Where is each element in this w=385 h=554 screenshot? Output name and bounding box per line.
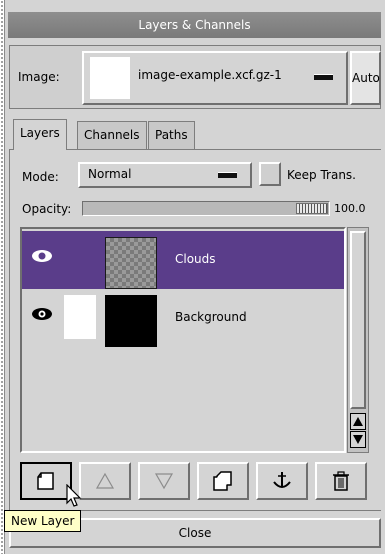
- tab-paths[interactable]: Paths: [148, 121, 195, 149]
- anchor-layer-button[interactable]: [256, 462, 308, 500]
- new-layer-icon: [37, 472, 54, 490]
- scrollbar-thumb[interactable]: [350, 231, 366, 409]
- delete-layer-button[interactable]: [315, 462, 367, 500]
- layer-row-clouds[interactable]: Clouds: [22, 231, 344, 289]
- image-selector-row: Image: image-example.xcf.gz-1 Auto: [9, 45, 381, 109]
- image-thumbnail: [90, 57, 130, 99]
- eye-icon[interactable]: [31, 249, 53, 263]
- lower-layer-icon: [154, 473, 174, 490]
- tab-layers[interactable]: Layers: [13, 119, 67, 150]
- arrow-down-icon: [353, 435, 363, 444]
- opacity-label: Opacity:: [22, 202, 72, 216]
- mode-value: Normal: [88, 167, 132, 181]
- layer-mask-thumbnail: [64, 295, 96, 339]
- mode-label: Mode:: [22, 170, 59, 184]
- image-dropdown[interactable]: image-example.xcf.gz-1: [82, 51, 348, 105]
- opacity-slider[interactable]: [82, 201, 330, 216]
- scroll-down-button[interactable]: [350, 431, 366, 448]
- anchor-icon: [273, 472, 291, 488]
- image-label: Image:: [18, 70, 60, 84]
- layer-name: Background: [175, 310, 247, 324]
- layers-notebook: Layers Channels Paths Mode: Normal Keep …: [9, 117, 381, 511]
- layers-panel: Mode: Normal Keep Trans. Opacity: 100.0 …: [9, 149, 381, 511]
- layer-thumbnail: [105, 237, 157, 289]
- opacity-value: 100.0: [334, 202, 366, 215]
- arrow-up-icon: [353, 417, 363, 426]
- trash-icon: [333, 471, 349, 491]
- auto-button[interactable]: Auto: [350, 51, 381, 105]
- layer-thumbnail: [105, 295, 157, 347]
- duplicate-layer-icon: [213, 471, 232, 491]
- raise-layer-icon: [95, 472, 115, 489]
- opacity-slider-handle[interactable]: [296, 203, 328, 214]
- window-title: Layers & Channels: [8, 12, 381, 38]
- layer-name: Clouds: [175, 252, 216, 266]
- raise-layer-button[interactable]: [79, 462, 131, 500]
- lower-layer-button[interactable]: [138, 462, 190, 500]
- dropdown-arrow-icon: [218, 172, 237, 178]
- new-layer-button[interactable]: [20, 462, 72, 500]
- scroll-up-button[interactable]: [350, 413, 366, 430]
- tab-channels[interactable]: Channels: [77, 121, 147, 149]
- mode-dropdown[interactable]: Normal: [78, 162, 252, 188]
- mouse-cursor-icon: [66, 484, 82, 507]
- image-name: image-example.xcf.gz-1: [138, 68, 282, 82]
- layer-list: Clouds Background: [20, 227, 346, 453]
- keep-trans-checkbox[interactable]: [259, 162, 281, 186]
- dropdown-arrow-icon: [314, 74, 333, 80]
- layer-row-background[interactable]: Background: [22, 289, 344, 347]
- layer-list-scrollbar[interactable]: [347, 227, 369, 453]
- tooltip: New Layer: [4, 510, 82, 532]
- keep-trans-label: Keep Trans.: [287, 168, 356, 182]
- eye-icon[interactable]: [31, 307, 53, 321]
- duplicate-layer-button[interactable]: [197, 462, 249, 500]
